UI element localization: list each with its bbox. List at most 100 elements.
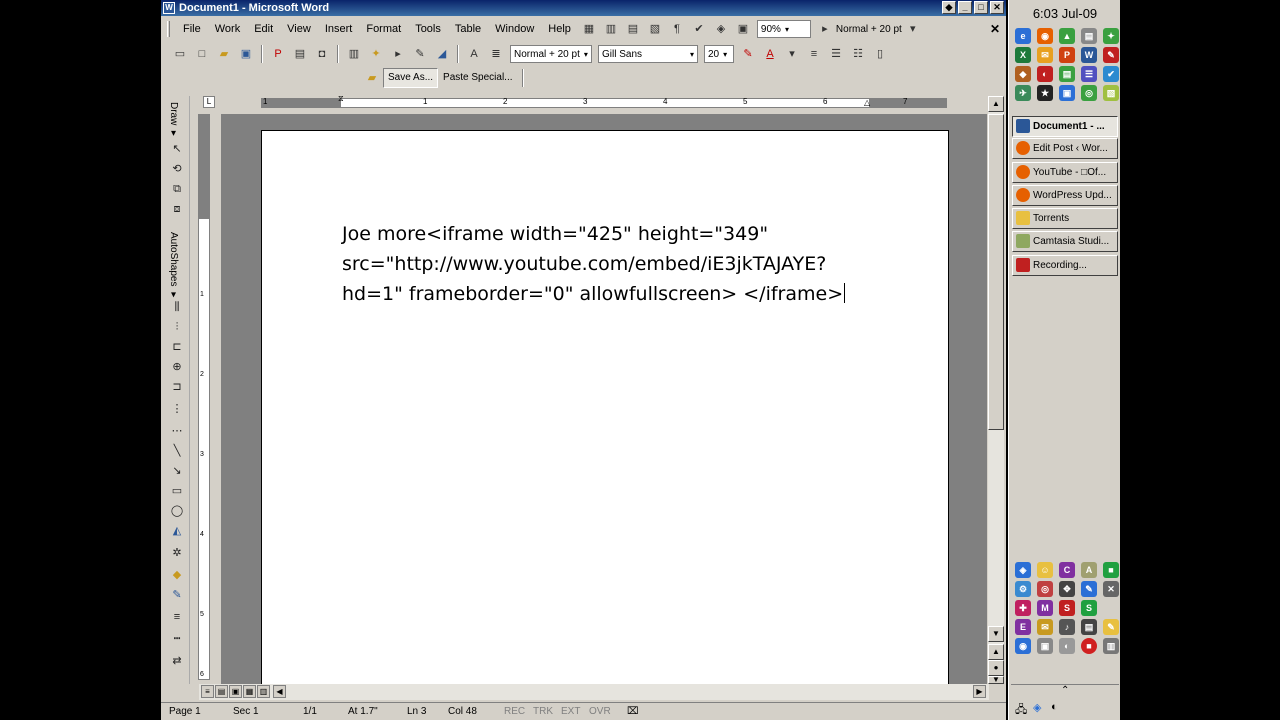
line-color-icon[interactable]: ✎ bbox=[169, 588, 185, 602]
spelling-icon[interactable]: ✔ bbox=[691, 21, 707, 37]
menu-help[interactable]: Help bbox=[541, 19, 578, 39]
chevron-up-icon[interactable]: ⌃ bbox=[1061, 685, 1069, 696]
folder-icon[interactable]: ▰ bbox=[364, 70, 380, 86]
app-icon[interactable]: S bbox=[1059, 600, 1075, 616]
app-icon[interactable]: C bbox=[1059, 562, 1075, 578]
reading-layout-button[interactable]: ▥ bbox=[257, 685, 270, 698]
app-icon[interactable]: ★ bbox=[1037, 85, 1053, 101]
indent-marker[interactable]: ⧖ bbox=[338, 94, 344, 104]
normal-view-button[interactable]: ≡ bbox=[201, 685, 214, 698]
menu-window[interactable]: Window bbox=[488, 19, 541, 39]
align-right-icon[interactable]: ⊐ bbox=[169, 380, 185, 394]
firefox-icon[interactable]: ◉ bbox=[1037, 28, 1053, 44]
scroll-thumb[interactable] bbox=[988, 114, 1004, 430]
app-icon[interactable]: ■ bbox=[1103, 562, 1119, 578]
task-edit-post[interactable]: Edit Post ‹ Wor... bbox=[1012, 138, 1118, 159]
rotate-icon[interactable]: ⟲ bbox=[169, 162, 185, 176]
fill-color-icon[interactable]: ◆ bbox=[169, 568, 185, 582]
print-layout-button[interactable]: ▣ bbox=[229, 685, 242, 698]
pilcrow-icon[interactable]: ¶ bbox=[669, 21, 685, 37]
chevron-right-icon[interactable]: ▸ bbox=[817, 21, 833, 37]
group-icon[interactable]: ⧉ bbox=[169, 182, 185, 196]
task-recording[interactable]: Recording... bbox=[1012, 255, 1118, 276]
tables-icon[interactable]: ▦ bbox=[581, 21, 597, 37]
font-color-icon[interactable]: A bbox=[762, 46, 778, 62]
volume-icon[interactable]: ◐ bbox=[1051, 701, 1058, 713]
status-ext[interactable]: EXT bbox=[561, 706, 580, 717]
format-icon[interactable]: ≣ bbox=[488, 46, 504, 62]
document-body[interactable]: Joe more<iframe width="425" height="349"… bbox=[342, 219, 902, 309]
bullets-icon[interactable]: ☷ bbox=[850, 46, 866, 62]
edit-icon[interactable]: ✎ bbox=[412, 46, 428, 62]
font-select[interactable]: Gill Sans ▾ bbox=[598, 45, 698, 63]
menu-work[interactable]: Work bbox=[208, 19, 247, 39]
borders-icon[interactable]: ▯ bbox=[872, 46, 888, 62]
ungroup-icon[interactable]: ⧈ bbox=[169, 202, 185, 216]
scroll-right-button[interactable]: ▶ bbox=[973, 685, 986, 698]
tab-selector[interactable]: L bbox=[203, 96, 215, 108]
align-center-icon[interactable]: ⊕ bbox=[169, 360, 185, 374]
previous-page-button[interactable]: ▲ bbox=[988, 644, 1004, 660]
security-icon[interactable]: ◈ bbox=[1033, 701, 1041, 714]
app-icon[interactable]: ⚙ bbox=[1015, 581, 1031, 597]
chevron-down-icon[interactable]: ▾ bbox=[905, 21, 921, 37]
columns-icon[interactable]: ▥ bbox=[346, 46, 362, 62]
autoshapes-menu[interactable]: AutoShapes ▾ bbox=[168, 232, 179, 300]
app-icon[interactable]: ▤ bbox=[1059, 66, 1075, 82]
line-icon[interactable]: ╲ bbox=[169, 444, 185, 458]
app-icon[interactable]: ◐ bbox=[1059, 638, 1075, 654]
numbering-icon[interactable]: ☰ bbox=[828, 46, 844, 62]
menu-grip[interactable] bbox=[167, 21, 170, 37]
highlight-icon[interactable]: ✎ bbox=[740, 46, 756, 62]
font-size-select[interactable]: 20 ▾ bbox=[704, 45, 734, 63]
app-icon[interactable]: ✔ bbox=[1103, 66, 1119, 82]
smiley-icon[interactable]: ☺ bbox=[1037, 562, 1053, 578]
excel-icon[interactable]: X bbox=[1015, 47, 1031, 63]
task-youtube[interactable]: YouTube - □Of... bbox=[1012, 162, 1118, 183]
macro-icon[interactable]: ✦ bbox=[368, 46, 384, 62]
space-vertical-icon[interactable]: ⋯ bbox=[169, 424, 185, 438]
task-torrents[interactable]: Torrents bbox=[1012, 208, 1118, 229]
app-icon[interactable]: ◎ bbox=[1037, 581, 1053, 597]
help-button[interactable]: ◆ bbox=[942, 1, 956, 14]
align-left-icon[interactable]: ⊏ bbox=[169, 340, 185, 354]
app-icon[interactable]: ✦ bbox=[1103, 28, 1119, 44]
style-select[interactable]: Normal + 20 pt ▾ bbox=[510, 45, 592, 63]
app-icon[interactable]: ▣ bbox=[1037, 638, 1053, 654]
menu-format[interactable]: Format bbox=[359, 19, 408, 39]
menu-insert[interactable]: Insert bbox=[318, 19, 360, 39]
print-icon[interactable]: ▤ bbox=[292, 46, 308, 62]
line-style-icon[interactable]: ≡ bbox=[169, 610, 185, 624]
horizontal-scrollbar[interactable]: ≡ ▤ ▣ ▦ ▥ ◀ ▶ bbox=[199, 684, 989, 700]
menu-table[interactable]: Table bbox=[448, 19, 488, 39]
research-icon[interactable]: ◈ bbox=[713, 21, 729, 37]
scroll-up-button[interactable]: ▲ bbox=[988, 96, 1004, 112]
app-icon[interactable]: ▤ bbox=[1081, 619, 1097, 635]
arrow-style-icon[interactable]: ⇄ bbox=[169, 654, 185, 668]
new-icon[interactable]: ▭ bbox=[172, 46, 188, 62]
app-icon[interactable]: ◆ bbox=[1015, 66, 1031, 82]
textbox-icon[interactable]: ◭ bbox=[169, 524, 185, 538]
blank-doc-icon[interactable]: □ bbox=[194, 46, 210, 62]
mail-icon[interactable]: ✉ bbox=[1037, 47, 1053, 63]
minimize-button[interactable]: _ bbox=[958, 1, 972, 14]
app-icon[interactable]: ☰ bbox=[1081, 66, 1097, 82]
dash-style-icon[interactable]: ┅ bbox=[169, 632, 185, 646]
powerpoint-icon[interactable]: P bbox=[1059, 47, 1075, 63]
task-wordpress[interactable]: WordPress Upd... bbox=[1012, 185, 1118, 206]
save-icon[interactable]: ▣ bbox=[238, 46, 254, 62]
permission-icon[interactable]: P bbox=[270, 46, 286, 62]
document-page[interactable]: Joe more<iframe width="425" height="349"… bbox=[261, 130, 949, 684]
rectangle-icon[interactable]: ▭ bbox=[169, 484, 185, 498]
spelling-status-icon[interactable]: ⌧ bbox=[627, 706, 639, 717]
arrow-icon[interactable]: ↘ bbox=[169, 464, 185, 478]
status-trk[interactable]: TRK bbox=[533, 706, 553, 717]
styles-icon[interactable]: A bbox=[466, 46, 482, 62]
drawing-icon[interactable]: ▤ bbox=[625, 21, 641, 37]
app-icon[interactable]: ♪ bbox=[1059, 619, 1075, 635]
web-layout-button[interactable]: ▤ bbox=[215, 685, 228, 698]
chevron-down-icon[interactable]: ▾ bbox=[784, 46, 800, 62]
open-folder-icon[interactable]: ▰ bbox=[216, 46, 232, 62]
ie-icon[interactable]: e bbox=[1015, 28, 1031, 44]
menu-view[interactable]: View bbox=[280, 19, 318, 39]
